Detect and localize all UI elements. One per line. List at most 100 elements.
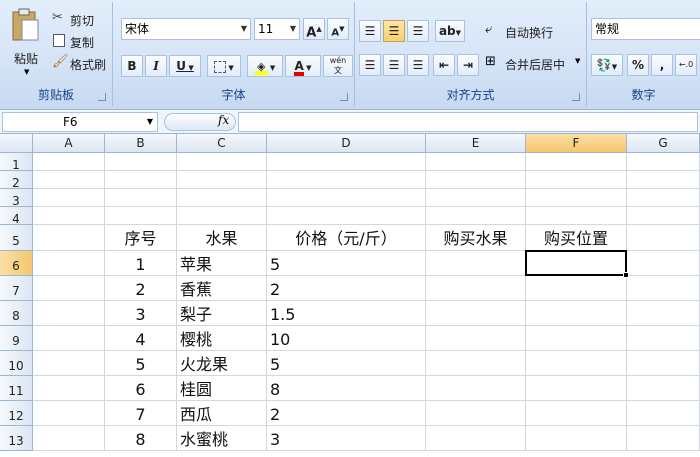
cell-c6[interactable]: 苹果	[177, 251, 267, 276]
cell-e3[interactable]	[426, 189, 526, 207]
align-center-button[interactable]: ☰	[383, 54, 405, 76]
row-header-10[interactable]: 10	[0, 351, 33, 376]
cell-d9[interactable]: 10	[267, 326, 426, 351]
cell-g12[interactable]	[627, 401, 700, 426]
cell-b12[interactable]: 7	[105, 401, 177, 426]
row-header-1[interactable]: 1	[0, 153, 33, 172]
cell-a3[interactable]	[33, 189, 105, 207]
cell-a8[interactable]	[33, 301, 105, 326]
cell-d8[interactable]: 1.5	[267, 301, 426, 326]
cell-g5[interactable]	[627, 225, 700, 251]
row-header-13[interactable]: 13	[0, 426, 33, 451]
cell-b3[interactable]	[105, 189, 177, 207]
cell-d4[interactable]	[267, 207, 426, 225]
select-all-corner[interactable]	[0, 134, 33, 153]
cell-e10[interactable]	[426, 351, 526, 376]
phonetic-button[interactable]: wén 文	[323, 55, 353, 77]
wrap-text-button[interactable]: ⤶ 自动换行	[485, 22, 585, 42]
cell-e2[interactable]	[426, 171, 526, 189]
alignment-dialog-launcher-icon[interactable]	[572, 93, 580, 101]
cell-c12[interactable]: 西瓜	[177, 401, 267, 426]
cell-d10[interactable]: 5	[267, 351, 426, 376]
cell-a10[interactable]	[33, 351, 105, 376]
cell-a11[interactable]	[33, 376, 105, 401]
font-name-select[interactable]: 宋体 ▼	[121, 18, 251, 40]
cell-d11[interactable]: 8	[267, 376, 426, 401]
cell-f3[interactable]	[526, 189, 627, 207]
cell-g10[interactable]	[627, 351, 700, 376]
copy-button[interactable]: 复制	[52, 32, 112, 50]
cell-f7[interactable]	[526, 276, 627, 301]
row-header-5[interactable]: 5	[0, 225, 33, 251]
cell-g2[interactable]	[627, 171, 700, 189]
underline-button[interactable]: U ▼	[169, 55, 201, 77]
format-painter-button[interactable]: 🖌 格式刷	[52, 54, 112, 72]
cell-b13[interactable]: 8	[105, 426, 177, 451]
cell-f5[interactable]: 购买位置	[526, 225, 627, 251]
cell-c11[interactable]: 桂圆	[177, 376, 267, 401]
cell-g8[interactable]	[627, 301, 700, 326]
cell-b11[interactable]: 6	[105, 376, 177, 401]
orientation-button[interactable]: ab▼	[435, 20, 465, 42]
cell-e4[interactable]	[426, 207, 526, 225]
font-color-button[interactable]: A ▼	[285, 55, 321, 77]
column-header-a[interactable]: A	[33, 134, 105, 153]
cell-d6[interactable]: 5	[267, 251, 426, 276]
shrink-font-button[interactable]: A▼	[327, 18, 349, 40]
column-header-b[interactable]: B	[105, 134, 177, 153]
cell-c3[interactable]	[177, 189, 267, 207]
spreadsheet-grid[interactable]: A B C D E F G 1 2 3 4 5 6 7 8 9 10 11 12 13 序号 水果 价格（元/斤） 购买水果购…	[0, 134, 700, 451]
cell-e12[interactable]	[426, 401, 526, 426]
font-dialog-launcher-icon[interactable]	[340, 93, 348, 101]
cell-d7[interactable]: 2	[267, 276, 426, 301]
cell-e9[interactable]	[426, 326, 526, 351]
column-header-f[interactable]: F	[526, 134, 627, 153]
cell-g13[interactable]	[627, 426, 700, 451]
cell-f2[interactable]	[526, 171, 627, 189]
cell-c7[interactable]: 香蕉	[177, 276, 267, 301]
merge-center-button[interactable]: ⊞ 合并后居中 ▼	[485, 54, 585, 74]
row-header-12[interactable]: 12	[0, 401, 33, 426]
column-header-d[interactable]: D	[267, 134, 426, 153]
cell-b7[interactable]: 2	[105, 276, 177, 301]
cell-g6[interactable]	[627, 251, 700, 276]
italic-button[interactable]: I	[145, 55, 167, 77]
cell-f8[interactable]	[526, 301, 627, 326]
bold-button[interactable]: B	[121, 55, 143, 77]
cell-f12[interactable]	[526, 401, 627, 426]
increase-decimal-button[interactable]: ←.0	[675, 54, 697, 76]
row-header-2[interactable]: 2	[0, 171, 33, 190]
cell-c4[interactable]	[177, 207, 267, 225]
borders-button[interactable]: ▼	[207, 55, 241, 77]
cell-e7[interactable]	[426, 276, 526, 301]
cell-c5[interactable]: 水果	[177, 225, 267, 251]
align-top-button[interactable]: ☰	[359, 20, 381, 42]
cell-b8[interactable]: 3	[105, 301, 177, 326]
cell-g4[interactable]	[627, 207, 700, 225]
align-middle-button[interactable]: ☰	[383, 20, 405, 42]
cell-g11[interactable]	[627, 376, 700, 401]
cell-d2[interactable]	[267, 171, 426, 189]
column-header-e[interactable]: E	[426, 134, 526, 153]
cell-c8[interactable]: 梨子	[177, 301, 267, 326]
cell-a7[interactable]	[33, 276, 105, 301]
cell-e11[interactable]	[426, 376, 526, 401]
number-format-select[interactable]: 常规	[591, 18, 700, 40]
column-header-c[interactable]: C	[177, 134, 267, 153]
cell-c10[interactable]: 火龙果	[177, 351, 267, 376]
row-header-11[interactable]: 11	[0, 376, 33, 401]
cell-e8[interactable]	[426, 301, 526, 326]
cell-b6[interactable]: 1	[105, 251, 177, 276]
row-header-3[interactable]: 3	[0, 189, 33, 208]
cell-a5[interactable]	[33, 225, 105, 251]
cell-e5[interactable]: 购买水果	[426, 225, 526, 251]
paste-button[interactable]: 粘贴 ▼	[4, 6, 44, 82]
cell-a13[interactable]	[33, 426, 105, 451]
cell-d13[interactable]: 3	[267, 426, 426, 451]
accounting-format-button[interactable]: 💱▼	[591, 54, 623, 76]
row-header-8[interactable]: 8	[0, 301, 33, 326]
cell-g1[interactable]	[627, 153, 700, 171]
cell-d12[interactable]: 2	[267, 401, 426, 426]
cell-e6[interactable]	[426, 251, 526, 276]
row-header-9[interactable]: 9	[0, 326, 33, 351]
